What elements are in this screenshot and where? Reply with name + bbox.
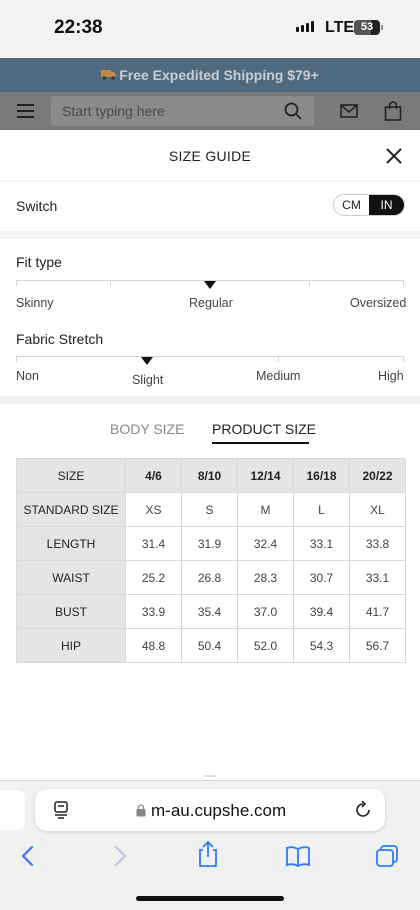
fabric-stretch-title: Fabric Stretch [16,331,104,347]
table-header-row: SIZE 4/6 8/10 12/14 16/18 20/22 [16,458,406,493]
table-row: HIP 48.8 50.4 52.0 54.3 56.7 [16,628,406,663]
stretch-label-slight: Slight [132,373,164,387]
row-label-cell: WAIST [16,560,126,595]
tab-body-size[interactable]: BODY SIZE [110,421,184,437]
battery-icon: 53 [354,20,380,35]
forward-icon[interactable] [112,844,128,873]
status-time: 22:38 [54,17,103,38]
tabs-icon[interactable] [375,844,399,873]
modal-title: SIZE GUIDE [168,148,252,164]
divider [0,231,420,239]
network-type: LTE [325,19,355,36]
table-cell: 33.8 [349,526,406,561]
active-tab-indicator [212,442,309,444]
table-cell: 28.3 [237,560,294,595]
switch-label: Switch [16,198,58,214]
menu-icon[interactable] [17,104,34,118]
fit-label-oversized: Oversized [350,296,407,310]
table-row: BUST 33.9 35.4 37.0 39.4 41.7 [16,594,406,629]
table-cell: 50.4 [181,628,238,663]
table-cell: 4/6 [125,458,182,493]
url-text: m-au.cupshe.com [151,801,287,820]
table-row: WAIST 25.2 26.8 28.3 30.7 33.1 [16,560,406,595]
row-label-cell: LENGTH [16,526,126,561]
table-cell: 25.2 [125,560,182,595]
bag-icon[interactable] [384,101,402,126]
fabric-stretch-scale [16,356,404,362]
size-table: SIZE 4/6 8/10 12/14 16/18 20/22 STANDARD SIZE X… [16,458,406,663]
scroll-indicator [204,775,216,777]
size-guide-modal: SIZE GUIDE Switch CM IN Fit type Skinny … [0,130,420,780]
unit-option-cm[interactable]: CM [334,195,369,215]
page-menu-icon[interactable] [53,801,69,824]
tab-product-size[interactable]: PRODUCT SIZE [212,421,316,437]
search-icon[interactable] [284,102,302,125]
lock-icon [136,804,146,822]
fit-type-title: Fit type [16,254,62,270]
battery-tip [381,25,383,30]
back-icon[interactable] [20,844,36,873]
signal-icon [296,21,314,32]
table-cell: S [181,492,238,527]
table-cell: 54.3 [293,628,350,663]
unit-option-in[interactable]: IN [369,195,404,215]
stretch-label-high: High [378,369,404,383]
divider [0,396,420,404]
close-icon[interactable] [386,148,402,164]
table-cell: 33.1 [349,560,406,595]
row-label-cell: HIP [16,628,126,663]
home-indicator[interactable] [136,896,284,901]
table-cell: 33.9 [125,594,182,629]
stretch-label-non: Non [16,369,39,383]
fabric-stretch-pointer-icon [141,357,153,365]
table-cell: 56.7 [349,628,406,663]
fit-label-skinny: Skinny [16,296,54,310]
table-cell: 33.1 [293,526,350,561]
table-cell: XS [125,492,182,527]
divider [0,180,420,182]
table-cell: 8/10 [181,458,238,493]
table-cell: XL [349,492,406,527]
row-label-cell: STANDARD SIZE [16,492,126,527]
browser-toolbar: m-au.cupshe.com [0,780,420,910]
truck-icon [101,67,117,83]
unit-toggle[interactable]: CM IN [333,194,405,216]
table-cell: 26.8 [181,560,238,595]
table-cell: M [237,492,294,527]
reload-icon[interactable] [354,800,372,824]
fit-type-pointer-icon [204,281,216,289]
previous-tab-preview[interactable] [0,790,25,830]
row-label-cell: SIZE [16,458,126,493]
site-header: Start typing here [0,92,420,130]
mail-icon[interactable] [340,104,358,123]
search-placeholder: Start typing here [62,103,165,119]
search-input[interactable]: Start typing here [51,96,314,126]
bookmarks-icon[interactable] [285,845,311,872]
table-cell: 37.0 [237,594,294,629]
table-cell: 31.9 [181,526,238,561]
table-cell: L [293,492,350,527]
status-bar: 22:38 LTE 53 [0,0,420,58]
share-icon[interactable] [197,840,219,873]
table-cell: 41.7 [349,594,406,629]
table-cell: 12/14 [237,458,294,493]
table-cell: 39.4 [293,594,350,629]
table-cell: 52.0 [237,628,294,663]
table-cell: 35.4 [181,594,238,629]
promo-banner[interactable]: Free Expedited Shipping $79+ [0,58,420,92]
table-cell: 32.4 [237,526,294,561]
table-cell: 20/22 [349,458,406,493]
row-label-cell: BUST [16,594,126,629]
table-cell: 48.8 [125,628,182,663]
table-cell: 31.4 [125,526,182,561]
stretch-label-medium: Medium [256,369,301,383]
promo-text: Free Expedited Shipping $79+ [119,67,319,83]
address-bar[interactable]: m-au.cupshe.com [35,789,385,831]
battery-level: 53 [360,21,374,33]
fit-label-regular: Regular [189,296,233,310]
table-row: STANDARD SIZE XS S M L XL [16,492,406,527]
table-cell: 16/18 [293,458,350,493]
table-cell: 30.7 [293,560,350,595]
table-row: LENGTH 31.4 31.9 32.4 33.1 33.8 [16,526,406,561]
